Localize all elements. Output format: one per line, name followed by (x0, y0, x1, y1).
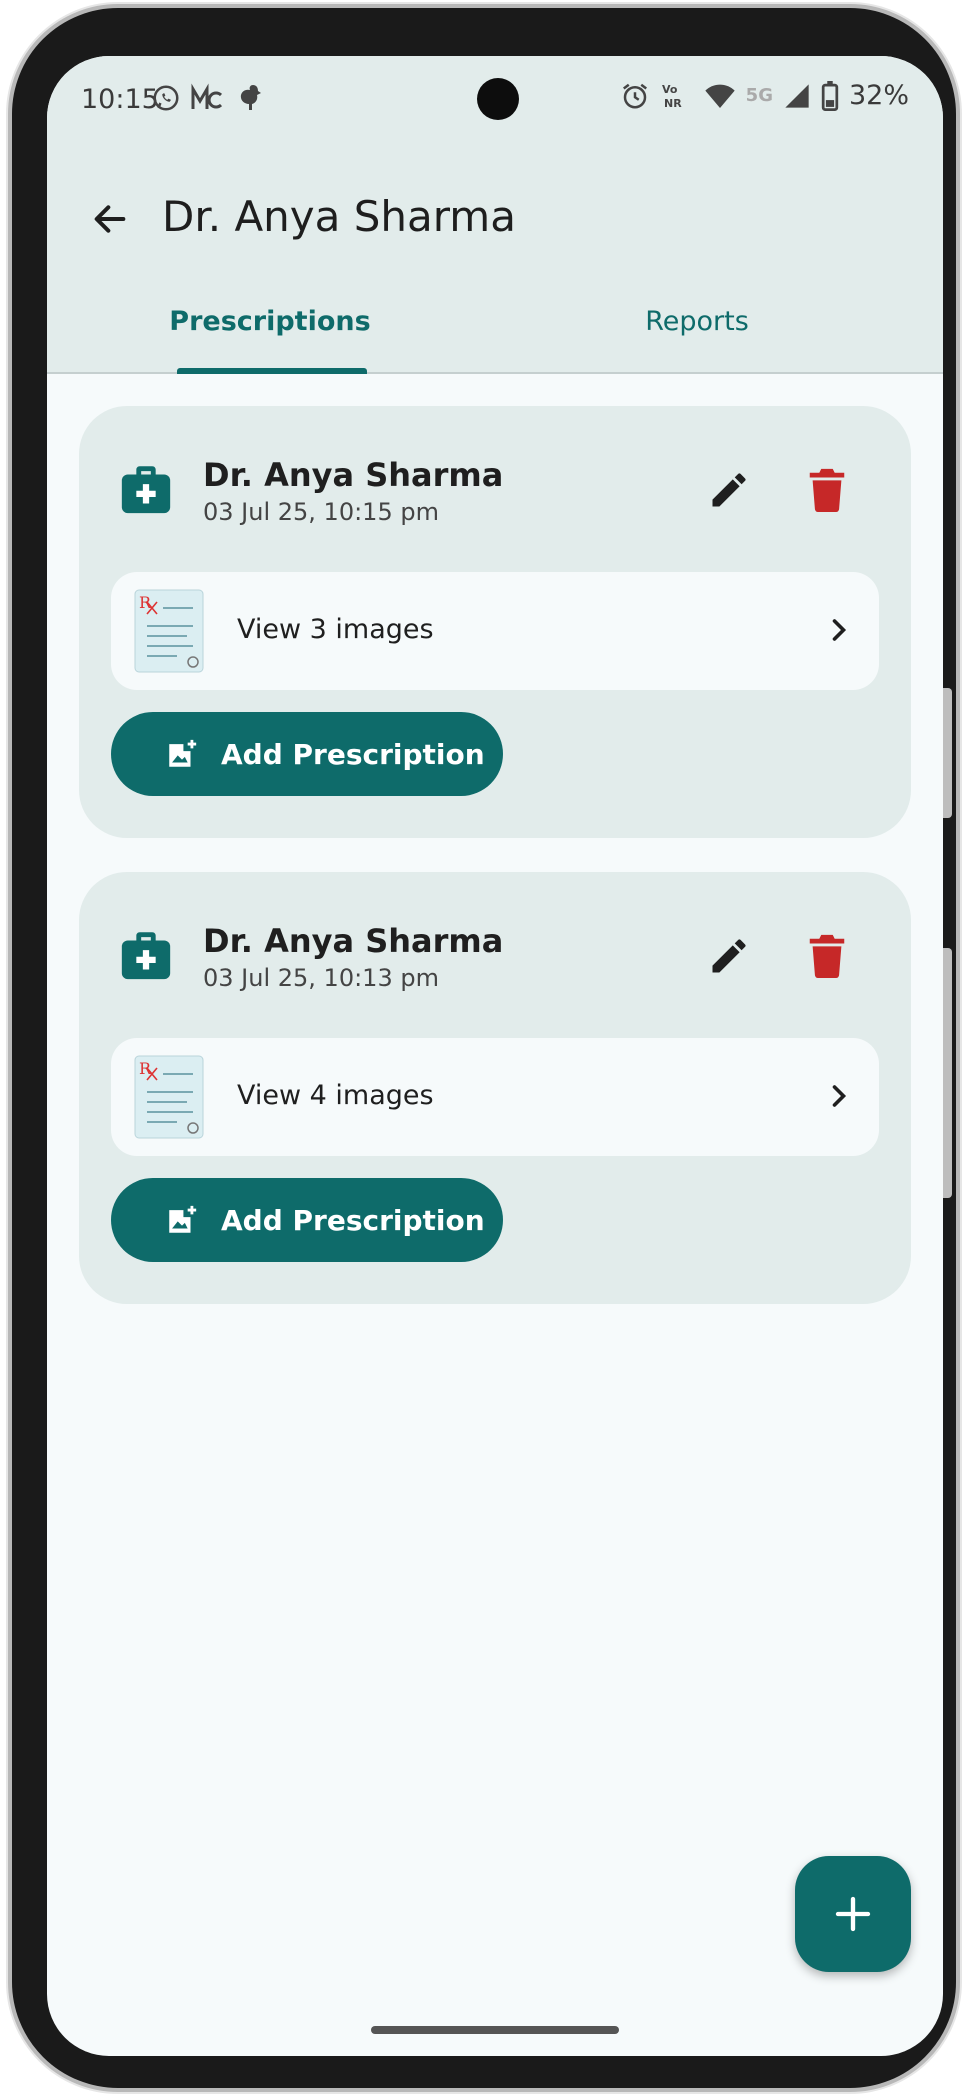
rooster-app-icon (240, 85, 261, 110)
trash-icon (809, 468, 845, 513)
add-prescription-label: Add Prescription (221, 737, 485, 771)
add-prescription-button[interactable]: Add Prescription (111, 712, 503, 796)
battery-percent: 32% (848, 80, 909, 111)
view-images-label: View 4 images (237, 1080, 434, 1111)
nr-label: NR (664, 97, 682, 110)
arrow-left-icon (94, 205, 126, 233)
edit-button[interactable] (701, 928, 757, 984)
medical-kit-icon (121, 932, 171, 980)
status-bar: 10:15 Vo NR 5G 32% (47, 56, 943, 146)
mail-app-icon (191, 83, 223, 109)
pencil-icon (712, 473, 746, 507)
doctor-name: Dr. Anya Sharma (203, 922, 504, 960)
prescription-document-icon: R (134, 589, 204, 673)
front-camera (477, 78, 519, 120)
back-button[interactable] (85, 194, 135, 244)
vo-label: Vo (662, 83, 678, 96)
tab-indicator (177, 368, 367, 374)
home-indicator[interactable] (371, 2026, 619, 2034)
medical-kit-icon (121, 466, 171, 514)
volume-button (942, 688, 952, 818)
wifi-icon (705, 84, 735, 108)
chevron-right-icon (832, 1085, 847, 1107)
add-photo-icon (169, 1205, 197, 1233)
trash-icon (809, 934, 845, 979)
add-prescription-button[interactable]: Add Prescription (111, 1178, 503, 1262)
battery-icon (821, 80, 839, 111)
pencil-icon (712, 939, 746, 973)
status-time: 10:15 (81, 84, 159, 115)
delete-button[interactable] (799, 928, 855, 984)
volte-icon: Vo NR (662, 83, 682, 110)
view-images-row[interactable]: R View 3 images (111, 572, 879, 690)
alarm-icon (622, 83, 647, 108)
top-bar: 10:15 Vo NR 5G 32% Dr. Anya Sharma Presc… (47, 56, 943, 374)
whatsapp-icon (153, 85, 179, 111)
signal-icon (785, 83, 809, 108)
page-title: Dr. Anya Sharma (162, 192, 516, 241)
tab-bar: Prescriptions Reports (47, 294, 943, 374)
plus-icon (835, 1896, 871, 1932)
power-button (942, 948, 952, 1198)
network-type: 5G (745, 85, 773, 106)
app-bar: Dr. Anya Sharma (47, 176, 943, 276)
add-photo-icon (169, 739, 197, 767)
status-right: Vo NR 5G 32% (620, 80, 909, 111)
prescription-card: Dr. Anya Sharma 03 Jul 25, 10:15 pm R Vi… (79, 406, 911, 838)
prescription-datetime: 03 Jul 25, 10:15 pm (203, 498, 439, 526)
notification-icons (151, 82, 265, 114)
phone-frame: 10:15 Vo NR 5G 32% Dr. Anya Sharma Presc… (8, 4, 960, 2092)
prescription-document-icon: R (134, 1055, 204, 1139)
chevron-right-icon (832, 619, 847, 641)
tab-reports[interactable]: Reports (607, 294, 787, 374)
add-prescription-label: Add Prescription (221, 1203, 485, 1237)
doctor-name: Dr. Anya Sharma (203, 456, 504, 494)
screen: 10:15 Vo NR 5G 32% Dr. Anya Sharma Presc… (47, 56, 943, 2056)
add-fab-button[interactable] (795, 1856, 911, 1972)
view-images-row[interactable]: R View 4 images (111, 1038, 879, 1156)
prescription-datetime: 03 Jul 25, 10:13 pm (203, 964, 439, 992)
prescription-card: Dr. Anya Sharma 03 Jul 25, 10:13 pm R Vi… (79, 872, 911, 1304)
edit-button[interactable] (701, 462, 757, 518)
delete-button[interactable] (799, 462, 855, 518)
tab-prescriptions[interactable]: Prescriptions (169, 294, 370, 374)
view-images-label: View 3 images (237, 614, 434, 645)
